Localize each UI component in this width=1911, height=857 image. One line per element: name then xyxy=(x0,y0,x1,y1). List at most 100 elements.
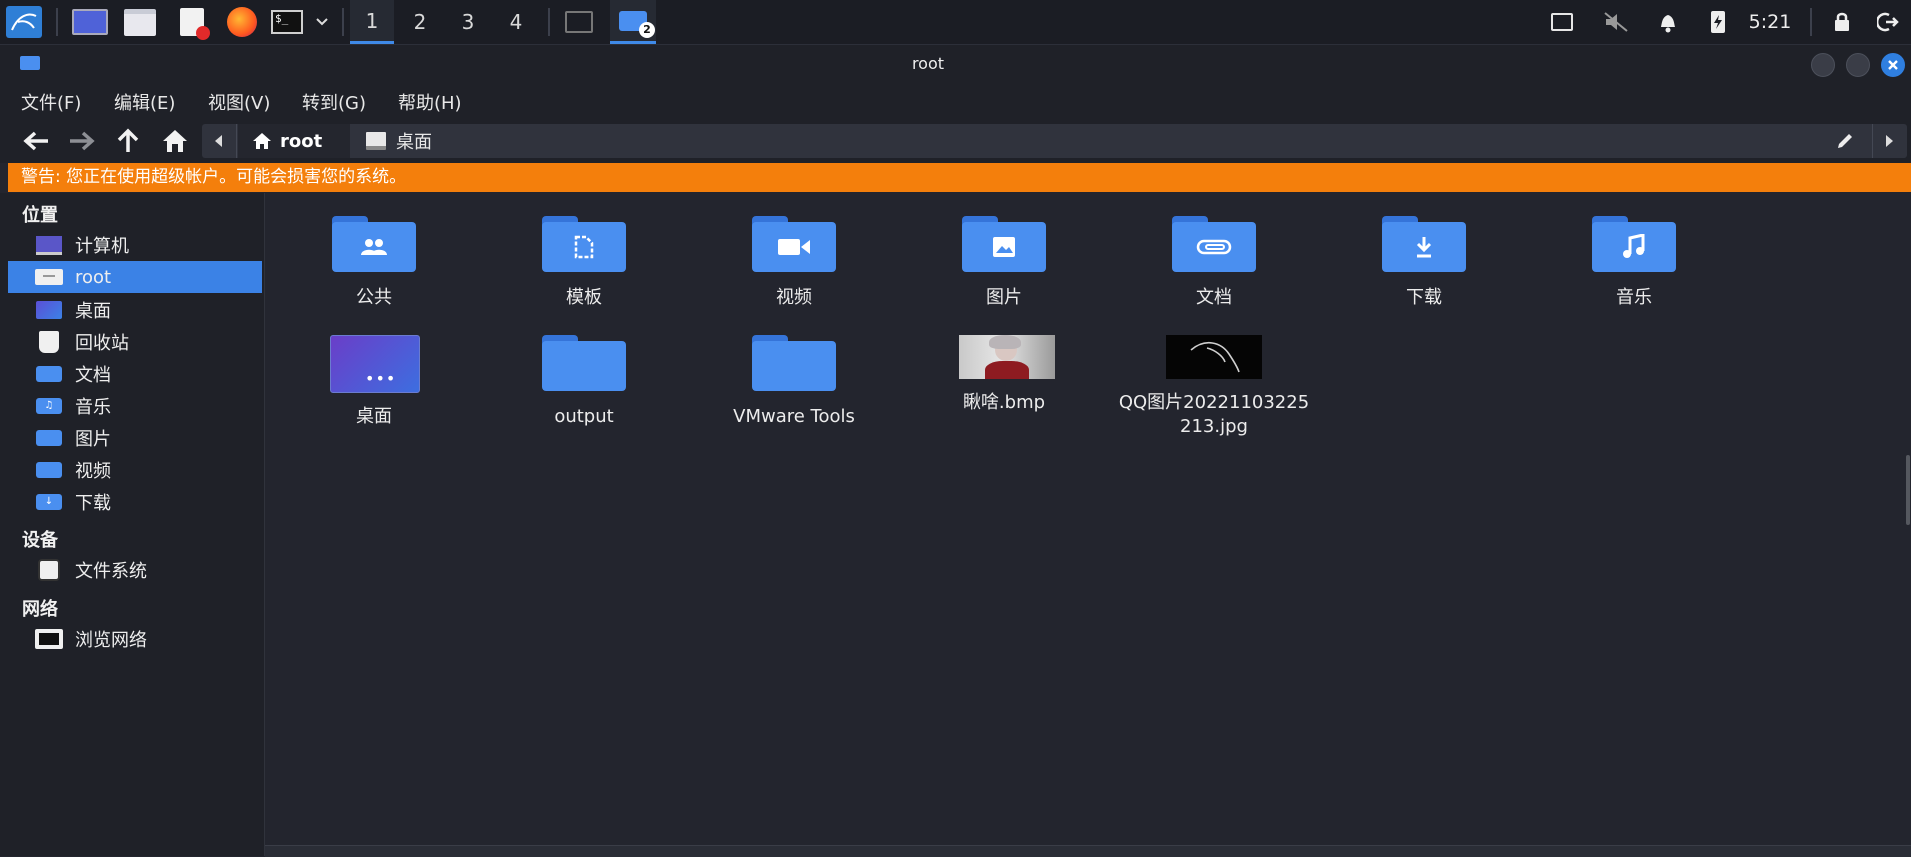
home-icon xyxy=(253,133,271,149)
home-button[interactable] xyxy=(157,124,193,158)
sidebar-item-downloads[interactable]: ↓ 下载 xyxy=(8,486,262,518)
sidebar-item-desktop[interactable]: 桌面 xyxy=(8,294,262,326)
sidebar-item-label: 浏览网络 xyxy=(75,630,147,651)
workspace-1-button[interactable]: 1 xyxy=(350,0,394,44)
file-manager-task-button[interactable]: 2 xyxy=(610,0,656,44)
file-item-bmp[interactable]: 瞅啥.bmp xyxy=(904,335,1104,415)
file-name: 文档 xyxy=(1196,287,1232,308)
up-button[interactable] xyxy=(110,124,146,158)
window-count-badge: 2 xyxy=(639,21,655,38)
window-title: root xyxy=(911,54,945,73)
videos-icon xyxy=(35,461,63,479)
window-titlebar[interactable]: root xyxy=(0,45,1911,82)
sidebar-item-trash[interactable]: 回收站 xyxy=(8,326,262,358)
file-item-music[interactable]: 音乐 xyxy=(1534,216,1734,310)
notifications-bell-icon[interactable] xyxy=(1650,0,1686,44)
kali-logo-icon xyxy=(6,6,42,38)
forward-button[interactable] xyxy=(64,124,100,158)
maximize-button[interactable] xyxy=(1846,53,1870,77)
lock-screen-icon[interactable] xyxy=(1824,0,1860,44)
file-name: 桌面 xyxy=(356,406,392,427)
file-item-videos[interactable]: 视频 xyxy=(694,216,894,310)
horizontal-scrollbar[interactable] xyxy=(265,845,1911,857)
breadcrumb-desktop[interactable]: 桌面 xyxy=(356,124,466,158)
file-name: QQ图片20221103225213.jpg xyxy=(1118,392,1310,437)
sidebar-item-filesystem[interactable]: 文件系统 xyxy=(8,554,262,586)
image-thumbnail-icon xyxy=(959,335,1055,393)
music-icon: ♫ xyxy=(35,397,63,415)
sidebar-item-browse-network[interactable]: 浏览网络 xyxy=(8,623,262,655)
edit-location-button[interactable] xyxy=(1828,124,1862,158)
logout-icon[interactable] xyxy=(1870,0,1906,44)
close-button[interactable] xyxy=(1881,53,1905,77)
launcher-dropdown-chevron-icon[interactable] xyxy=(310,0,334,44)
minimized-terminal-task-icon[interactable] xyxy=(560,0,598,44)
documents-folder-icon xyxy=(1169,216,1259,274)
clock[interactable]: 5:21 xyxy=(1744,0,1796,44)
sidebar-item-label: 计算机 xyxy=(75,236,129,257)
trash-icon xyxy=(35,331,63,353)
battery-charging-icon[interactable] xyxy=(1700,0,1736,44)
workspace-4-button[interactable]: 4 xyxy=(494,0,538,44)
folder-icon xyxy=(539,335,629,393)
file-name: VMware Tools xyxy=(733,406,855,427)
file-item-templates[interactable]: 模板 xyxy=(484,216,684,310)
path-scroll-left-button[interactable] xyxy=(202,124,237,158)
path-bar: root 桌面 xyxy=(202,124,1907,158)
menu-go[interactable]: 转到(G) xyxy=(302,89,366,115)
terminal-launcher-icon[interactable]: $_ xyxy=(268,0,306,44)
file-item-desktop[interactable]: ••• 桌面 xyxy=(274,335,474,429)
file-item-downloads[interactable]: 下载 xyxy=(1324,216,1524,310)
sidebar-item-music[interactable]: ♫ 音乐 xyxy=(8,390,262,422)
sidebar-item-label: 回收站 xyxy=(75,333,129,354)
menu-file[interactable]: 文件(F) xyxy=(21,89,81,115)
home-icon xyxy=(163,130,187,152)
workspace-label: 3 xyxy=(461,10,475,34)
workspace-label: 4 xyxy=(509,10,523,34)
file-name: 视频 xyxy=(776,287,812,308)
menu-view[interactable]: 视图(V) xyxy=(208,89,270,115)
root-warning-banner: 警告: 您正在使用超级帐户。可能会损害您的系统。 xyxy=(8,163,1911,192)
sidebar-item-documents[interactable]: 文档 xyxy=(8,358,262,390)
workspace-label: 2 xyxy=(413,10,427,34)
templates-folder-icon xyxy=(539,216,629,274)
workspace-2-button[interactable]: 2 xyxy=(398,0,442,44)
show-desktop-icon[interactable] xyxy=(70,0,110,44)
sidebar-item-pictures[interactable]: 图片 xyxy=(8,422,262,454)
file-manager-launcher-icon[interactable] xyxy=(120,0,160,44)
drive-icon xyxy=(35,559,63,581)
file-item-vmware-tools[interactable]: VMware Tools xyxy=(694,335,894,429)
image-thumbnail-icon xyxy=(1166,335,1262,393)
sidebar-section-devices: 设备 xyxy=(22,530,58,551)
minimize-button[interactable] xyxy=(1811,53,1835,77)
file-item-documents[interactable]: 文档 xyxy=(1114,216,1314,310)
public-folder-icon xyxy=(329,216,419,274)
path-scroll-right-button[interactable] xyxy=(1872,124,1907,158)
text-editor-launcher-icon[interactable] xyxy=(172,0,212,44)
workspace-3-button[interactable]: 3 xyxy=(446,0,490,44)
file-view[interactable]: 公共 模板 视频 图片 文档 下载 音乐 ••• 桌面 output VMwar… xyxy=(265,193,1911,845)
back-button[interactable] xyxy=(18,124,54,158)
sidebar-item-computer[interactable]: 计算机 xyxy=(8,229,262,261)
file-item-public[interactable]: 公共 xyxy=(274,216,474,310)
file-name: 下载 xyxy=(1406,287,1442,308)
file-item-output[interactable]: output xyxy=(484,335,684,429)
firefox-launcher-icon[interactable] xyxy=(222,0,262,44)
vertical-scrollbar-thumb[interactable] xyxy=(1906,455,1910,525)
kali-menu-button[interactable] xyxy=(2,0,46,44)
volume-muted-icon[interactable] xyxy=(1598,0,1634,44)
file-name: 图片 xyxy=(986,287,1022,308)
desktop-icon xyxy=(366,132,386,150)
documents-icon xyxy=(35,365,63,383)
sidebar-item-label: 文档 xyxy=(75,365,111,386)
file-item-qq-jpg[interactable]: QQ图片20221103225213.jpg xyxy=(1114,335,1314,439)
file-item-pictures[interactable]: 图片 xyxy=(904,216,1104,310)
sidebar-item-label: 音乐 xyxy=(75,397,111,418)
breadcrumb-root[interactable]: root xyxy=(238,124,350,158)
sidebar-item-videos[interactable]: 视频 xyxy=(8,454,262,486)
menu-edit[interactable]: 编辑(E) xyxy=(114,89,175,115)
menu-help[interactable]: 帮助(H) xyxy=(398,89,462,115)
network-wired-icon[interactable] xyxy=(1544,0,1580,44)
sidebar-item-root[interactable]: root xyxy=(8,261,262,293)
caret-right-icon xyxy=(1886,135,1893,147)
